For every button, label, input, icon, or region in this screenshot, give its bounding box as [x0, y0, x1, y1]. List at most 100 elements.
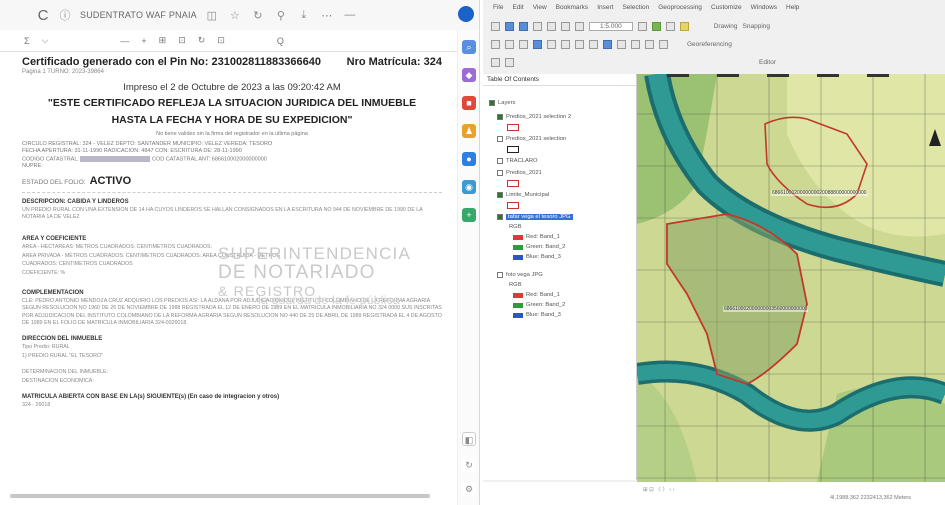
- zoom-in-icon[interactable]: +: [141, 36, 146, 46]
- page-view-icon[interactable]: ⊡: [178, 35, 186, 46]
- layer-row[interactable]: TRACLARO: [497, 158, 538, 164]
- table-of-contents: Table Of Contents Layers Predios_2021 se…: [483, 74, 637, 480]
- zoom-out-icon[interactable]: —: [120, 36, 129, 46]
- menu-file[interactable]: File: [493, 4, 503, 11]
- filter-icon[interactable]: ⌵: [42, 35, 49, 46]
- pan-icon[interactable]: [519, 39, 528, 49]
- find-icon[interactable]: [617, 39, 626, 49]
- layout-nav[interactable]: ⊞ ⊡ 〈 〉 ‹ ›: [643, 485, 675, 493]
- save-icon[interactable]: [519, 21, 528, 31]
- download-icon[interactable]: ⤓: [296, 9, 312, 22]
- html-popup-icon[interactable]: [659, 39, 668, 49]
- fit-page-icon[interactable]: ⊞: [159, 35, 167, 46]
- minimize-icon[interactable]: —: [342, 9, 358, 21]
- layer-row[interactable]: foto vega JPG: [497, 272, 543, 278]
- georeferencing-menu[interactable]: Georeferencing: [687, 41, 732, 48]
- certificate-statement-2: HASTA LA FECHA Y HORA DE SU EXPEDICION": [111, 114, 353, 126]
- rotate-icon[interactable]: ↻: [198, 35, 206, 46]
- settings-icon[interactable]: ⚙: [462, 482, 476, 496]
- menu-windows[interactable]: Windows: [751, 4, 777, 11]
- layer-row-selected[interactable]: tafar vega el tesoro JPG: [497, 214, 573, 220]
- undo-icon[interactable]: [575, 21, 584, 31]
- menu-customize[interactable]: Customize: [711, 4, 742, 11]
- scale-field[interactable]: 1:5.000: [589, 21, 633, 31]
- layer-row[interactable]: Limite_Municipal: [497, 192, 549, 198]
- menu-view[interactable]: View: [533, 4, 547, 11]
- print-icon[interactable]: [533, 21, 542, 31]
- page-fit-icon[interactable]: ⊡: [217, 35, 225, 46]
- band-row: Green: Band_2: [513, 302, 565, 308]
- identify-icon[interactable]: [603, 39, 612, 49]
- menu-edit[interactable]: Edit: [512, 4, 523, 11]
- cut-icon[interactable]: [547, 21, 556, 31]
- hyperlink-icon[interactable]: [645, 39, 654, 49]
- menu-insert[interactable]: Insert: [597, 4, 613, 11]
- zoom-out-tool-icon[interactable]: [505, 39, 514, 49]
- layer-row[interactable]: Predios_2021 selection 2: [497, 114, 571, 120]
- full-extent-icon[interactable]: [533, 39, 542, 49]
- site-info-icon[interactable]: ⓘ: [57, 7, 73, 23]
- menu-icon[interactable]: ⋯: [319, 9, 335, 22]
- layer-row[interactable]: Predios_2021 selection: [497, 136, 566, 142]
- extension-icon[interactable]: ⚲: [273, 9, 289, 22]
- search-icon[interactable]: ⌕: [462, 40, 476, 54]
- zoom-in-tool-icon[interactable]: [491, 39, 500, 49]
- tools-icon[interactable]: ■: [462, 96, 476, 110]
- layers-checkbox[interactable]: [489, 100, 495, 106]
- games-icon[interactable]: ♟: [462, 124, 476, 138]
- drawing-menu[interactable]: Drawing: [714, 23, 738, 30]
- profile-icon[interactable]: [458, 6, 474, 22]
- layer-checkbox[interactable]: [497, 214, 503, 220]
- layer-checkbox[interactable]: [497, 114, 503, 120]
- editor-menu[interactable]: Editor: [759, 59, 776, 66]
- layer-symbol: [507, 124, 519, 131]
- horizontal-scrollbar[interactable]: [10, 494, 430, 498]
- measure-icon[interactable]: [631, 39, 640, 49]
- section-direccion: DIRECCION DEL INMUEBLE: [22, 335, 103, 342]
- open-icon[interactable]: [505, 21, 514, 31]
- refresh-icon[interactable]: ↻: [462, 458, 476, 472]
- layer-checkbox[interactable]: [497, 158, 503, 164]
- layer-row[interactable]: Predios_2021: [497, 170, 542, 176]
- blue-band-swatch: [513, 312, 523, 318]
- editor-tool-icon[interactable]: [491, 57, 500, 67]
- tabs-icon[interactable]: ◫: [204, 9, 220, 22]
- select-elements-icon[interactable]: [589, 39, 598, 49]
- reload-icon[interactable]: C: [36, 7, 50, 24]
- star-icon[interactable]: ☆: [227, 9, 243, 22]
- catalog-icon[interactable]: [665, 21, 675, 31]
- fixed-zoom-icon[interactable]: [547, 39, 556, 49]
- search-icon[interactable]: Q: [277, 36, 284, 46]
- menu-bookmarks[interactable]: Bookmarks: [556, 4, 589, 11]
- band-label: Blue: Band_3: [526, 312, 561, 318]
- map-canvas[interactable]: [637, 74, 945, 482]
- snapping-menu[interactable]: Snapping: [743, 23, 770, 30]
- office-icon[interactable]: ●: [462, 152, 476, 166]
- menu-geoprocessing[interactable]: Geoprocessing: [658, 4, 702, 11]
- add-icon[interactable]: +: [462, 208, 476, 222]
- select-features-icon[interactable]: [575, 39, 584, 49]
- url-text[interactable]: SUDENTRATO WAF PNAIA: [80, 10, 197, 20]
- search-window-icon[interactable]: [679, 21, 689, 31]
- new-icon[interactable]: [491, 21, 500, 31]
- editor-toolbar-icon[interactable]: [637, 21, 647, 31]
- split-icon[interactable]: ◧: [462, 432, 476, 446]
- codigo-catastral-ant: COD CATASTRAL ANT: 686610002000000000: [152, 155, 267, 162]
- copy-icon[interactable]: [561, 21, 570, 31]
- back-extent-icon[interactable]: [561, 39, 570, 49]
- layers-group[interactable]: Layers: [489, 100, 515, 106]
- layer-checkbox[interactable]: [497, 192, 503, 198]
- copilot-icon[interactable]: ◆: [462, 68, 476, 82]
- redacted-block: [80, 155, 151, 162]
- layer-checkbox[interactable]: [497, 272, 503, 278]
- layer-checkbox[interactable]: [497, 170, 503, 176]
- sync-icon[interactable]: ↻: [250, 9, 266, 22]
- layer-checkbox[interactable]: [497, 136, 503, 142]
- map-view[interactable]: 6866100020000000020088800000000000 68661…: [637, 74, 945, 482]
- menu-help[interactable]: Help: [786, 4, 799, 11]
- sketch-icon[interactable]: [505, 57, 514, 67]
- contents-icon[interactable]: Σ: [24, 36, 30, 46]
- arctoolbox-icon[interactable]: [651, 21, 661, 31]
- outlook-icon[interactable]: ◉: [462, 180, 476, 194]
- menu-selection[interactable]: Selection: [622, 4, 649, 11]
